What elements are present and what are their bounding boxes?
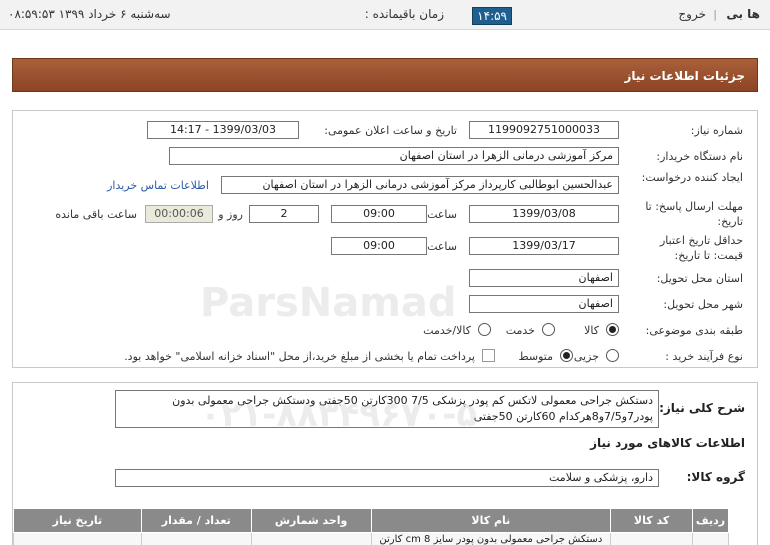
- creator-label: ایجاد کننده درخواست:: [641, 171, 743, 184]
- category-goods-radio[interactable]: [606, 323, 619, 336]
- days-remaining-field: 2: [249, 205, 319, 223]
- reply-time-field: 09:00: [331, 205, 427, 223]
- category-service-label: خدمت: [505, 324, 535, 337]
- description-field: دستکش جراحی معمولی لاتکس کم پودر پزشکی 7…: [115, 390, 659, 428]
- col-date: تاریخ نیاز: [13, 508, 142, 533]
- items-section-title: اطلاعات کالاهای مورد نیاز: [590, 436, 745, 450]
- page-title-bar: جزئیات اطلاعات نیاز: [12, 58, 758, 92]
- logout-link[interactable]: خروج: [678, 7, 706, 21]
- validity-time-field: 09:00: [331, 237, 427, 255]
- goods-group-field: دارو، پزشکی و سلامت: [115, 469, 659, 487]
- col-unit: واحد شمارش: [250, 508, 372, 533]
- goods-group-label: گروه کالا:: [686, 470, 745, 484]
- category-goods-service-radio[interactable]: [478, 323, 491, 336]
- province-label: استان محل تحویل:: [656, 272, 743, 285]
- announce-datetime-field: 1399/03/03 - 14:17: [147, 121, 299, 139]
- category-service-radio[interactable]: [542, 323, 555, 336]
- validity-label: حداقل تاریخ اعتبار قیمت: تا تاریخ:: [659, 234, 743, 262]
- reply-deadline-label: مهلت ارسال پاسخ: تا تاریخ:: [645, 200, 743, 228]
- page-title: جزئیات اطلاعات نیاز: [624, 69, 745, 83]
- remaining-time-field: 00:00:06: [145, 205, 213, 223]
- need-number-label: شماره نیاز:: [690, 124, 743, 137]
- separator: |: [713, 8, 717, 21]
- items-header-row: ردیف کد کالا نام کالا واحد شمارش تعداد /…: [13, 508, 729, 533]
- remaining-hours-label: ساعت باقی مانده: [55, 208, 137, 221]
- creator-field: عبدالحسین ابوطالبی کارپرداز مرکز آموزشی …: [221, 176, 619, 194]
- table-row: دستکش جراحی معمولی بدون پودر سایز 8 cm ک…: [13, 532, 729, 545]
- city-field: اصفهان: [469, 295, 619, 313]
- needs-panel: شرح کلی نیاز: دستکش جراحی معمولی لاتکس ک…: [12, 382, 758, 545]
- treasury-checkbox[interactable]: [482, 349, 495, 362]
- col-row: ردیف: [692, 508, 729, 533]
- purchase-medium-radio[interactable]: [560, 349, 573, 362]
- purchase-medium-label: متوسط: [518, 350, 553, 363]
- brand-label: ها بی: [726, 7, 760, 21]
- col-code: کد کالا: [610, 508, 694, 533]
- items-table: ردیف کد کالا نام کالا واحد شمارش تعداد /…: [13, 508, 729, 545]
- purchase-minor-radio[interactable]: [606, 349, 619, 362]
- city-label: شهر محل تحویل:: [663, 298, 743, 311]
- current-datetime: سه‌شنبه ۶ خرداد ۱۳۹۹ ۰۸:۵۹:۵۳: [8, 7, 171, 21]
- category-label: طبقه بندی موضوعی:: [645, 324, 743, 337]
- reply-date-field: 1399/03/08: [469, 205, 619, 223]
- col-name: نام کالا: [370, 508, 612, 533]
- days-label: روز و: [218, 208, 243, 221]
- remaining-time-label: زمان باقیمانده :: [364, 7, 444, 21]
- remaining-time-value: ۱۴:۵۹: [472, 7, 512, 25]
- need-number-field: 1199092751000033: [469, 121, 619, 139]
- validity-date-field: 1399/03/17: [469, 237, 619, 255]
- buyer-contact-link[interactable]: اطلاعات تماس خریدار: [107, 179, 209, 192]
- category-goods-label: کالا: [584, 324, 599, 337]
- reply-time-label: ساعت: [427, 208, 457, 221]
- province-field: اصفهان: [469, 269, 619, 287]
- col-quantity: تعداد / مقدار: [140, 508, 252, 533]
- purchase-type-label: نوع فرآیند خرید :: [665, 350, 743, 363]
- description-label: شرح کلی نیاز:: [659, 401, 745, 415]
- buyer-field: مرکز آموزشی درمانی الزهرا در استان اصفها…: [169, 147, 619, 165]
- category-goods-service-label: کالا/خدمت: [423, 324, 471, 337]
- buyer-label: نام دستگاه خریدار:: [656, 150, 743, 163]
- announce-label: تاریخ و ساعت اعلان عمومی:: [324, 124, 457, 137]
- top-bar: ها بی | خروج زمان باقیمانده : ۱۴:۵۹ سه‌ش…: [0, 0, 770, 30]
- treasury-note: پرداخت تمام یا بخشی از مبلغ خرید،از محل …: [124, 350, 475, 363]
- item-name-cell: دستکش جراحی معمولی بدون پودر سایز 8 cm ک…: [370, 532, 612, 545]
- details-panel: شماره نیاز: 1199092751000033 تاریخ و ساع…: [12, 110, 758, 368]
- purchase-minor-label: جزیی: [573, 350, 599, 363]
- validity-time-label: ساعت: [427, 240, 457, 253]
